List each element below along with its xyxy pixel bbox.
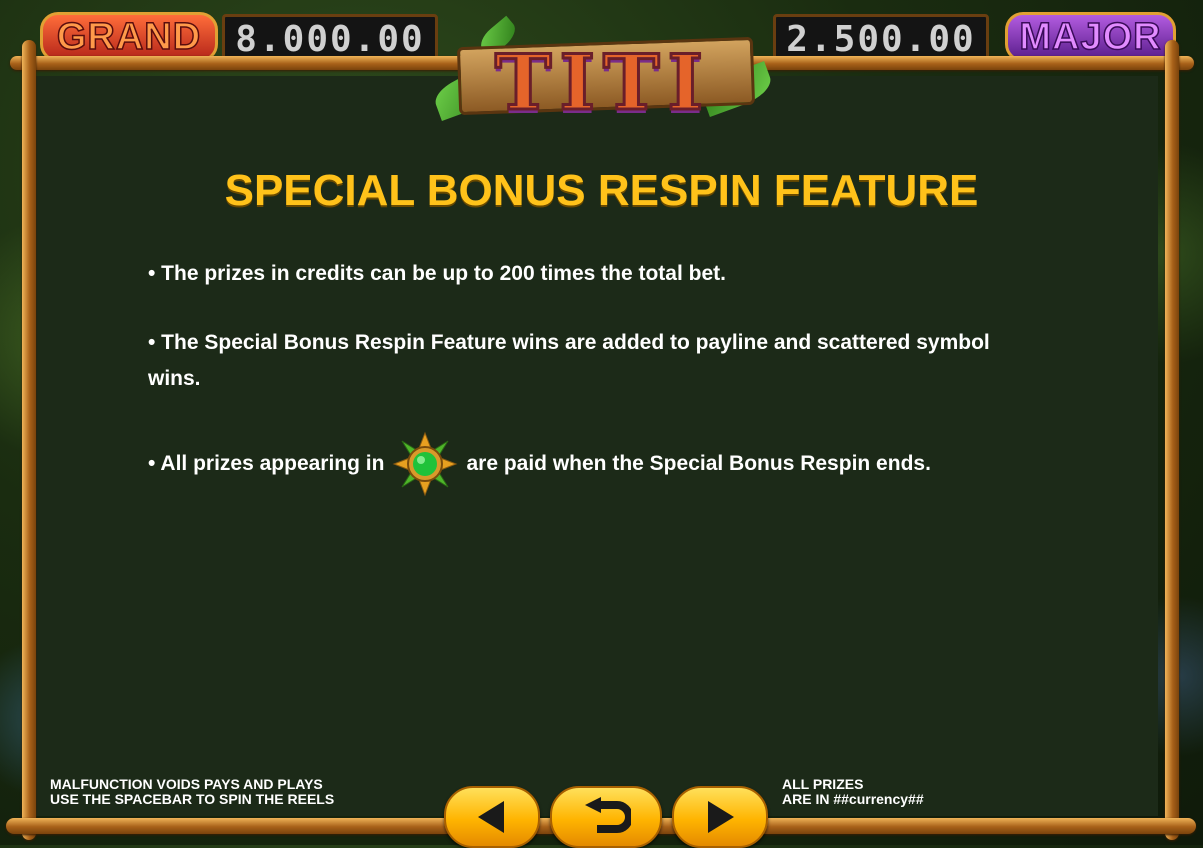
footer-disclaimer: MALFUNCTION VOIDS PAYS AND PLAYS USE THE… bbox=[50, 777, 334, 807]
logo-text: TITI bbox=[493, 37, 712, 129]
green-gem-icon bbox=[392, 431, 458, 497]
rule-item-text-after: are paid when the Special Bonus Respin e… bbox=[466, 452, 931, 475]
malfunction-notice: MALFUNCTION VOIDS PAYS AND PLAYS bbox=[50, 776, 323, 792]
currency-notice-line2: ARE IN ##currency## bbox=[782, 791, 924, 807]
triangle-left-icon bbox=[478, 801, 504, 833]
next-page-button[interactable] bbox=[672, 786, 768, 848]
return-to-game-button[interactable] bbox=[550, 786, 662, 848]
currency-notice-line1: ALL PRIZES bbox=[782, 776, 864, 792]
spacebar-hint: USE THE SPACEBAR TO SPIN THE REELS bbox=[50, 791, 335, 807]
major-jackpot-label: MAJOR bbox=[1005, 12, 1176, 62]
currency-notice: ALL PRIZES ARE IN ##currency## bbox=[782, 777, 924, 807]
previous-page-button[interactable] bbox=[444, 786, 540, 848]
return-arrow-icon bbox=[585, 797, 631, 833]
rule-item: • All prizes appearing in are paid when … bbox=[148, 431, 931, 497]
rule-item: • The Special Bonus Respin Feature wins … bbox=[148, 331, 990, 390]
game-logo: TITI bbox=[430, 15, 776, 129]
grand-jackpot-title: GRAND bbox=[56, 15, 202, 59]
bamboo-frame-right bbox=[1165, 40, 1179, 840]
bamboo-frame-left bbox=[22, 40, 36, 840]
grand-jackpot-label: GRAND bbox=[40, 12, 218, 62]
rule-item: • The prizes in credits can be up to 200… bbox=[148, 262, 726, 285]
triangle-right-icon bbox=[708, 801, 734, 833]
page-title: SPECIAL BONUS RESPIN FEATURE bbox=[224, 166, 979, 215]
major-jackpot-title: MAJOR bbox=[1019, 15, 1162, 59]
rule-item-text-before: • All prizes appearing in bbox=[148, 452, 385, 475]
